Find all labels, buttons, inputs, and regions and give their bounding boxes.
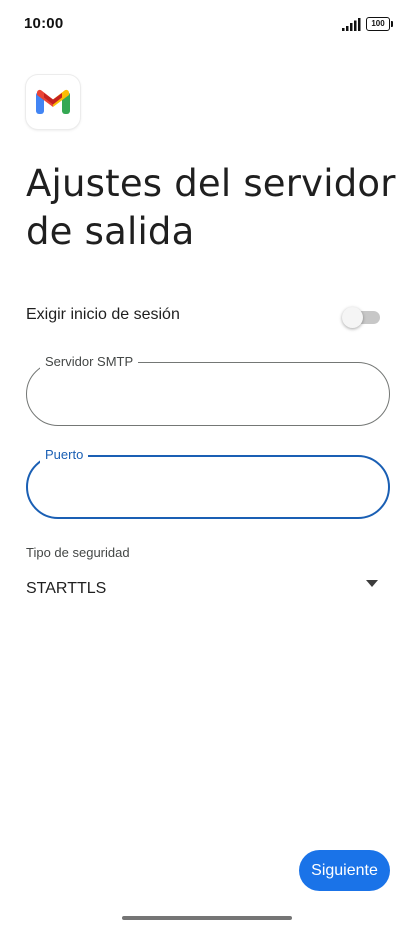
dropdown-arrow-icon (366, 580, 378, 587)
battery-level: 100 (366, 17, 390, 31)
require-login-label: Exigir inicio de sesión (26, 306, 180, 323)
port-label: Puerto (40, 447, 89, 463)
next-button[interactable]: Siguiente (299, 850, 390, 891)
home-indicator[interactable] (122, 916, 292, 920)
toggle-thumb (342, 307, 363, 328)
smtp-server-field: Servidor SMTP (26, 354, 390, 426)
battery-icon: 100 (366, 17, 393, 31)
gmail-logo-icon (36, 89, 70, 114)
security-type-value: STARTTLS (26, 580, 107, 597)
smtp-server-input[interactable] (45, 381, 365, 407)
status-time: 10:00 (24, 15, 64, 32)
smtp-server-label: Servidor SMTP (40, 354, 139, 370)
signal-icon (342, 18, 361, 31)
port-input[interactable] (46, 475, 366, 501)
port-field: Puerto (26, 447, 390, 519)
battery-tip (391, 21, 393, 27)
gmail-logo (26, 75, 80, 129)
security-type-label: Tipo de seguridad (26, 545, 130, 560)
page-title: Ajustes del servidor de salida (26, 162, 396, 253)
require-login-toggle[interactable] (342, 307, 380, 328)
require-login-row: Exigir inicio de sesión (26, 300, 380, 332)
status-bar: 10:00 100 (0, 0, 417, 50)
security-type-dropdown[interactable]: STARTTLS (26, 570, 382, 606)
